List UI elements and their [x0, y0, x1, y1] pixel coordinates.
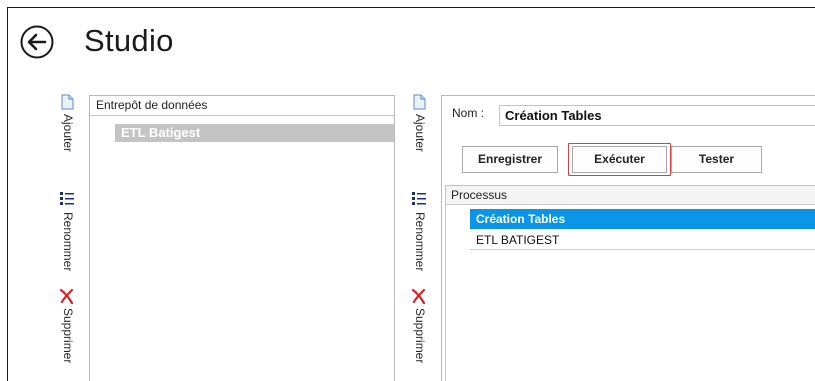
test-button[interactable]: Tester — [671, 146, 762, 173]
add-label: Ajouter — [413, 114, 427, 153]
add-process-button[interactable]: Ajouter — [408, 94, 432, 174]
data-warehouse-panel: Entrepôt de données ETL Batigest — [89, 95, 395, 381]
rename-label: Renommer — [413, 212, 427, 272]
save-button[interactable]: Enregistrer — [462, 146, 558, 173]
delete-label: Supprimer — [61, 308, 75, 364]
document-icon — [411, 94, 427, 110]
delete-button[interactable]: Supprimer — [56, 288, 80, 381]
add-label: Ajouter — [61, 114, 75, 153]
delete-x-icon — [411, 288, 427, 305]
right-toolbar: Ajouter Renommer Supprimer — [408, 94, 432, 381]
rename-label: Renommer — [61, 212, 75, 272]
run-button[interactable]: Exécuter — [572, 146, 667, 173]
delete-process-button[interactable]: Supprimer — [408, 288, 432, 381]
grid-header-processus: Processus — [446, 186, 815, 205]
list-icon — [59, 190, 75, 206]
document-icon — [59, 94, 75, 110]
list-icon — [411, 190, 427, 206]
delete-label: Supprimer — [413, 308, 427, 364]
name-field[interactable]: Création Tables — [499, 105, 815, 126]
delete-x-icon — [59, 288, 75, 305]
tree-item-etl-batigest[interactable]: ETL Batigest — [115, 124, 394, 142]
data-warehouse-header: Entrepôt de données — [90, 96, 394, 116]
add-button[interactable]: Ajouter — [56, 94, 80, 174]
process-grid: Processus Création Tables ETL BATIGEST — [445, 185, 815, 381]
page-title: Studio — [84, 23, 174, 58]
back-arrow-icon[interactable] — [20, 25, 54, 59]
process-row-creation-tables[interactable]: Création Tables — [470, 209, 815, 229]
process-detail-panel: Nom : Création Tables Enregistrer Exécut… — [441, 95, 815, 381]
name-row: Nom : Création Tables — [442, 96, 815, 132]
left-toolbar: Ajouter Renommer Supprimer — [56, 94, 80, 381]
studio-window: Studio Ajouter Renommer Supprimer Entrep… — [7, 7, 815, 381]
rename-process-button[interactable]: Renommer — [408, 190, 432, 280]
process-row-etl-batigest[interactable]: ETL BATIGEST — [470, 230, 815, 250]
rename-button[interactable]: Renommer — [56, 190, 80, 280]
name-label: Nom : — [452, 106, 485, 120]
